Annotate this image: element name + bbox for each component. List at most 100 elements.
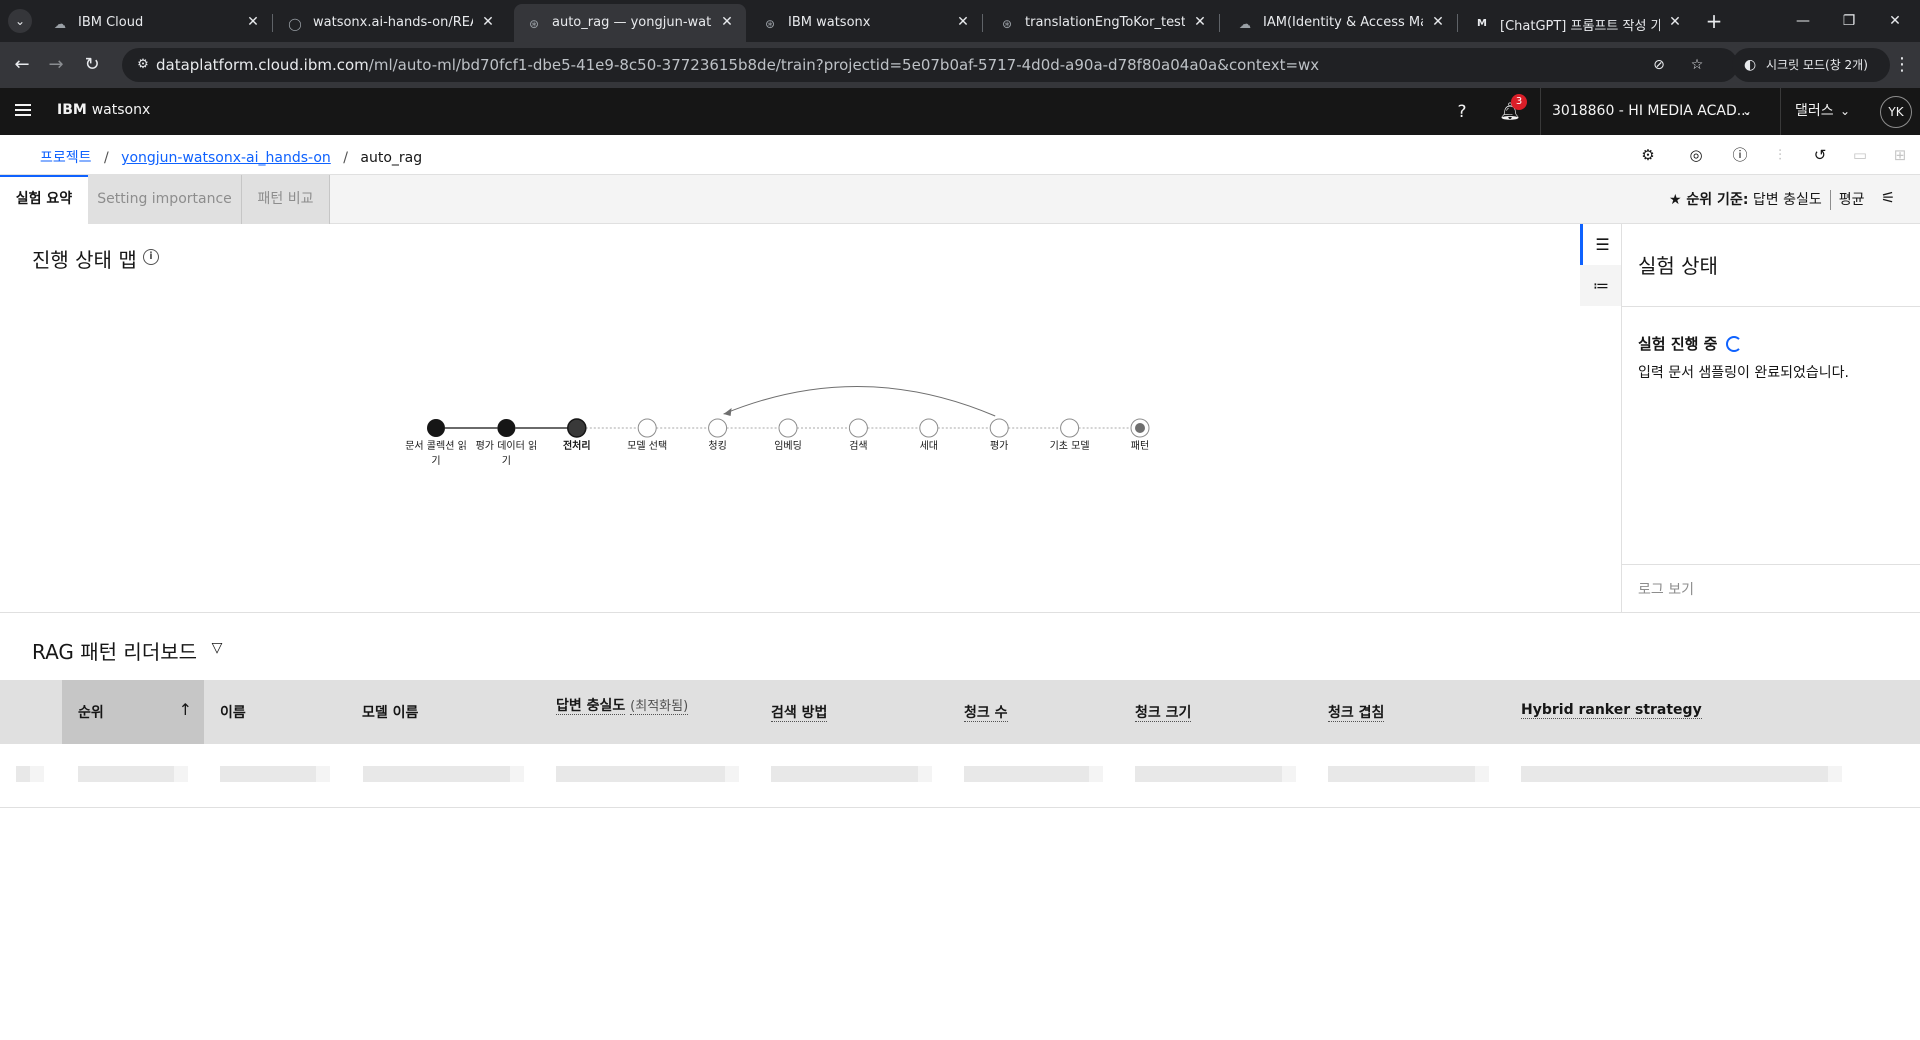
sort-arrow-up-icon: ↑	[178, 700, 192, 719]
filter-icon[interactable]: ▽	[207, 638, 227, 658]
leaderboard-header: 순위 ↑ 이름 모델 이름 답변 충실도 (최적화됨) 검색 방법 청크 수 청…	[0, 680, 1920, 744]
progress-node[interactable]	[1060, 418, 1080, 438]
tab-setting-importance[interactable]: Setting importance	[88, 175, 242, 224]
tab-pattern-compare[interactable]: 패턴 비교	[242, 175, 330, 224]
browser-tab[interactable]: M [ChatGPT] 프롬프트 작성 가이 ✕	[1462, 4, 1694, 42]
progress-node[interactable]	[919, 418, 939, 438]
progress-node[interactable]	[989, 418, 1009, 438]
skeleton-cell	[1328, 766, 1489, 782]
browser-tab[interactable]: ⊛ translationEngToKor_test — yo ✕	[987, 4, 1220, 42]
column-header-rank[interactable]: 순위 ↑	[62, 680, 204, 744]
incognito-badge[interactable]: ◐ 시크릿 모드(창 2개)	[1732, 48, 1890, 82]
close-icon[interactable]: ✕	[954, 13, 972, 31]
brand-name[interactable]: IBM watsonx	[57, 102, 150, 118]
breadcrumb-project-link[interactable]: yongjun-watsonx-ai_hands-on	[121, 150, 331, 166]
browser-tab[interactable]: ☁ IBM Cloud ✕	[40, 4, 273, 42]
column-label: 순위	[78, 705, 104, 721]
column-header-answer-faithfulness[interactable]: 답변 충실도 (최적화됨)	[538, 680, 754, 744]
column-header-chunk-size[interactable]: 청크 크기	[1116, 680, 1308, 744]
url-text[interactable]: dataplatform.cloud.ibm.com/ml/auto-ml/bd…	[156, 56, 1319, 74]
progress-node[interactable]	[848, 418, 868, 438]
incognito-label: 시크릿 모드(창 2개)	[1766, 58, 1868, 72]
account-switcher[interactable]: 3018860 - HI MEDIA ACAD... ⌄	[1540, 88, 1770, 135]
brand-bold: IBM	[57, 102, 87, 118]
browser-tab-active[interactable]: ⊛ auto_rag — yongjun-watsonx ✕	[514, 4, 746, 42]
browser-tab[interactable]: ⊛ IBM watsonx ✕	[750, 4, 983, 42]
region-switcher[interactable]: 댈러스 ⌄	[1780, 88, 1860, 135]
skeleton-cell	[1135, 766, 1296, 782]
progress-node[interactable]	[567, 418, 587, 438]
browser-tab-title: translationEngToKor_test — yo	[1025, 15, 1185, 30]
skeleton-cell	[78, 766, 188, 782]
settings-gear-icon[interactable]: ⚙	[1638, 145, 1658, 165]
settings-adjust-icon[interactable]: ⚟	[1878, 188, 1898, 208]
breadcrumb-separator: /	[103, 150, 109, 166]
structure-icon[interactable]: ⫶	[1770, 145, 1790, 165]
minimize-icon[interactable]: —	[1780, 6, 1826, 36]
back-arrow-icon[interactable]: ←	[8, 51, 36, 79]
hamburger-menu-icon[interactable]	[13, 101, 33, 121]
bookmark-star-icon[interactable]: ☆	[1688, 56, 1706, 74]
window-close-icon[interactable]: ✕	[1872, 6, 1918, 36]
brand-light: watsonx	[91, 102, 151, 118]
info-circle-icon[interactable]: ⓘ	[1730, 145, 1750, 165]
help-icon[interactable]: ?	[1450, 100, 1474, 124]
divider	[1829, 190, 1831, 210]
new-tab-plus-icon[interactable]: +	[1701, 8, 1727, 34]
close-icon[interactable]: ✕	[244, 13, 262, 31]
watsonx-icon: ⊛	[1001, 17, 1013, 31]
column-header-model-name[interactable]: 모델 이름	[346, 680, 538, 744]
info-icon[interactable]: i	[143, 249, 159, 265]
progress-node[interactable]	[708, 418, 728, 438]
rank-criteria[interactable]: ★ 순위 기준: 답변 충실도 평균	[1669, 189, 1865, 210]
browser-tab[interactable]: ☁ IAM(Identity & Access Manag ✕	[1225, 4, 1458, 42]
address-bar[interactable]: ⚙ dataplatform.cloud.ibm.com/ml/auto-ml/…	[122, 48, 1738, 82]
skeleton-cell	[363, 766, 524, 782]
column-header-chunk-count[interactable]: 청크 수	[946, 680, 1116, 744]
breadcrumb-projects-link[interactable]: 프로젝트	[40, 150, 92, 166]
view-logs-link[interactable]: 로그 보기	[1638, 579, 1694, 599]
close-icon[interactable]: ✕	[1191, 13, 1209, 31]
progress-node[interactable]	[497, 419, 516, 437]
list-icon[interactable]: ≔	[1580, 265, 1622, 306]
progress-node[interactable]	[778, 418, 798, 438]
column-header-retrieval-method[interactable]: 검색 방법	[754, 680, 946, 744]
browser-menu-icon[interactable]: ⋮	[1890, 51, 1914, 79]
browser-tab[interactable]: ◯ watsonx.ai-hands-on/README ✕	[275, 4, 507, 42]
loop-arrowhead	[723, 408, 732, 416]
divider	[1622, 306, 1920, 307]
progress-node-label: 청킹	[708, 440, 726, 452]
avatar[interactable]: YK	[1880, 96, 1912, 128]
close-icon[interactable]: ✕	[1666, 13, 1684, 31]
status-panel-icon[interactable]: ☰	[1580, 224, 1622, 265]
site-settings-icon[interactable]: ⚙	[134, 56, 152, 74]
browser-tab-strip: ⌄ ☁ IBM Cloud ✕ ◯ watsonx.ai-hands-on/RE…	[0, 0, 1920, 42]
column-header-hybrid-ranker[interactable]: Hybrid ranker strategy	[1500, 680, 1900, 744]
column-header-chunk-overlap[interactable]: 청크 겹침	[1308, 680, 1500, 744]
grid-icon[interactable]: ⊞	[1890, 145, 1910, 165]
breadcrumb-current: auto_rag	[360, 150, 423, 166]
eye-off-icon[interactable]: ⊘	[1650, 56, 1668, 74]
ibm-cloud-icon: ☁	[54, 17, 66, 31]
reload-icon[interactable]: ↻	[78, 51, 106, 79]
tab-experiment-summary[interactable]: 실험 요약	[0, 175, 88, 224]
column-header-name[interactable]: 이름	[204, 680, 346, 744]
tab-search-chevron-icon[interactable]: ⌄	[8, 9, 32, 33]
comment-icon[interactable]: ▭	[1850, 145, 1870, 165]
history-icon[interactable]: ↺	[1810, 145, 1830, 165]
close-icon[interactable]: ✕	[1429, 13, 1447, 31]
tab-separator	[982, 14, 983, 32]
table-row-loading	[0, 744, 1920, 808]
progress-node-label: 임베딩	[774, 439, 802, 452]
progress-node[interactable]	[637, 418, 657, 438]
breadcrumb-bar: 프로젝트 / yongjun-watsonx-ai_hands-on / aut…	[0, 135, 1920, 175]
close-icon[interactable]: ✕	[479, 13, 497, 31]
close-icon[interactable]: ✕	[718, 13, 736, 31]
restore-icon[interactable]: ❐	[1826, 6, 1872, 36]
progress-node[interactable]	[427, 419, 445, 437]
target-icon[interactable]: ◎	[1686, 145, 1706, 165]
forward-arrow-icon[interactable]: →	[42, 51, 70, 79]
progress-node-label: 패턴	[1131, 440, 1149, 452]
content-tabs: 실험 요약 Setting importance 패턴 비교 ★ 순위 기준: …	[0, 175, 1920, 224]
progress-node-label: 기초 모델	[1050, 440, 1090, 452]
